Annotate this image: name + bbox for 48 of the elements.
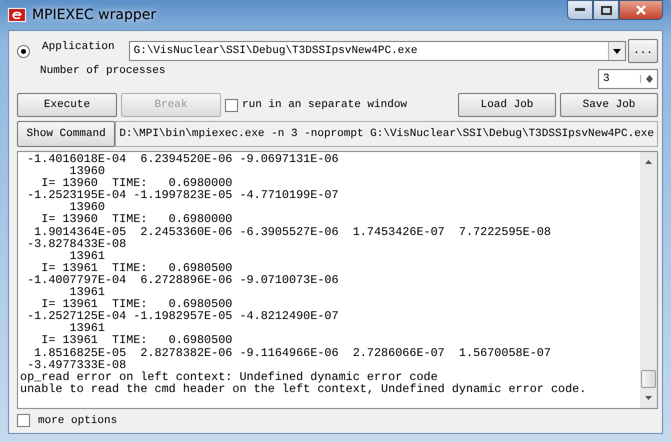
output-line: 13960	[70, 201, 105, 214]
show-command-button[interactable]: Show Command	[17, 121, 116, 147]
dropdown-icon	[613, 48, 621, 54]
output-line: op_read error on left context: Undefined dynamic error code	[20, 370, 438, 383]
spin-down-icon[interactable]	[646, 79, 652, 83]
output-line: -1.2523195E-04 -1.1997823E-05 -4.7710199E-07	[26, 189, 339, 202]
save-job-button[interactable]: Save Job	[560, 93, 658, 117]
execute-button[interactable]: Execute	[17, 93, 117, 117]
output-line: -1.4016018E-04 6.2394520E-06 -9.0697131E-06	[26, 153, 339, 166]
separate-window-label: run in an separate window	[242, 98, 408, 113]
processes-label: Number of processes	[40, 64, 166, 79]
output-line: I= 13960 TIME: 0.6980000	[41, 177, 232, 190]
output-line: 13961	[70, 286, 105, 298]
output-line: -1.4007797E-04 6.2728896E-06 -9.0710073E-06	[26, 274, 339, 286]
scroll-thumb[interactable]	[641, 370, 656, 388]
more-options-label: more options	[38, 414, 118, 428]
output-line: -3.4977333E-08	[27, 358, 126, 371]
output-line: 1.9014364E-05 2.2453360E-06 -6.3905527E-06 1.7453426E-07 7.7222595E-08	[33, 226, 551, 238]
spin-up-icon[interactable]	[646, 75, 652, 79]
output-line: I= 13961 TIME: 0.6980500	[40, 334, 232, 346]
output-line: 13961	[68, 250, 105, 262]
application-radio[interactable]	[17, 44, 30, 58]
command-field[interactable]: D:\MPI\bin\mpiexec.exe -n 3 -noprompt G:\VisNuclear\SSI\Debug\T3DSSIpsvNew4PC.exe	[115, 121, 658, 147]
more-options-checkbox[interactable]	[17, 414, 30, 428]
scrollbar[interactable]	[640, 152, 657, 408]
maximize-icon	[600, 6, 612, 14]
browse-button[interactable]: ...	[628, 39, 658, 63]
output-line: -3.8278433E-08	[26, 238, 126, 250]
output-line: I= 13960 TIME: 0.6980000	[40, 213, 232, 226]
application-dropdown[interactable]: G:\VisNuclear\SSI\Debug\T3DSSIpsvNew4PC.exe	[128, 41, 626, 61]
close-button[interactable]	[619, 0, 663, 20]
output-line: unable to read the cmd header on the left context, Undefined dynamic error code.	[20, 382, 586, 395]
close-icon	[635, 5, 647, 15]
application-label: Application	[42, 40, 115, 55]
processes-spinner[interactable]: 3	[598, 69, 658, 89]
output-line: I= 13961 TIME: 0.6980500	[40, 262, 232, 274]
output-line: 1.8516825E-05 2.8278382E-06 -9.1164966E-06 2.7286066E-07 1.5670058E-07	[33, 346, 551, 359]
output-line: 13961	[70, 322, 105, 334]
minimize-icon	[575, 8, 585, 12]
minimize-button[interactable]	[567, 0, 593, 20]
output-line: I= 13961 TIME: 0.6980500	[41, 298, 232, 310]
output-line: -1.2527125E-04 -1.1982957E-05 -4.8212490E-07	[26, 310, 339, 322]
window-title: MPIEXEC wrapper	[32, 7, 156, 23]
app-icon	[8, 8, 26, 22]
maximize-button[interactable]	[593, 0, 619, 20]
separate-window-checkbox[interactable]	[225, 98, 238, 112]
load-job-button[interactable]: Load Job	[458, 93, 556, 117]
output-line: 13960	[70, 165, 105, 178]
